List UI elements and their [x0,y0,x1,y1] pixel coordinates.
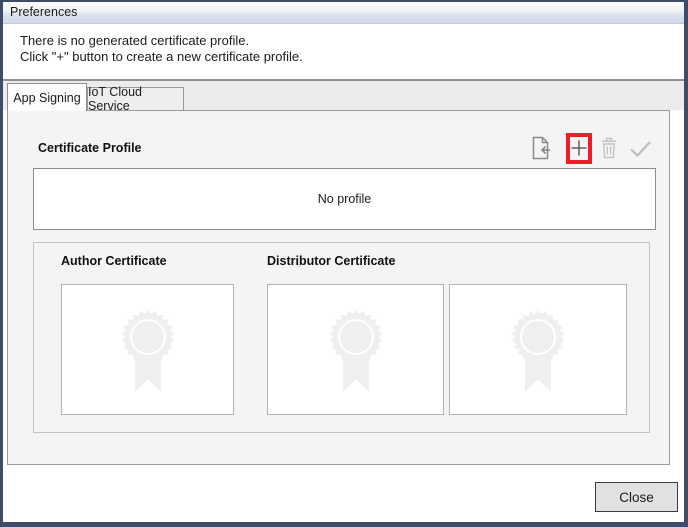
author-certificate-title: Author Certificate [61,254,167,268]
app-signing-panel: Certificate Profile [7,110,670,465]
set-active-button[interactable] [629,140,652,157]
window-title: Preferences [3,2,684,23]
notice-line-2: Click "+" button to create a new certifi… [20,49,684,65]
add-profile-button[interactable] [571,140,587,156]
import-profile-button[interactable] [531,136,551,160]
certificate-seal-icon [505,304,571,396]
tab-strip: App Signing IoT Cloud Service [3,81,684,110]
tab-app-signing-label: App Signing [13,91,80,105]
footer: Close [3,464,684,522]
notice-area: There is no generated certificate profil… [3,24,684,81]
certificates-group: Author Certificate Distributor Certifica… [33,242,650,433]
add-button-highlight [566,133,592,164]
profile-list-empty-text: No profile [318,192,372,206]
certificate-profile-header: Certificate Profile [38,131,652,165]
distributor-certificate-title: Distributor Certificate [267,254,396,268]
import-profile-icon [531,136,551,160]
certificate-seal-icon [323,304,389,396]
certificate-profile-title: Certificate Profile [38,141,142,155]
check-icon [629,140,652,157]
tab-iot-cloud-service[interactable]: IoT Cloud Service [87,87,184,110]
tab-app-signing[interactable]: App Signing [7,83,87,111]
title-bar[interactable]: Preferences [3,2,684,24]
remove-profile-button[interactable] [600,137,618,159]
tab-iot-cloud-service-label: IoT Cloud Service [88,85,183,113]
trash-icon [600,137,618,159]
profile-list[interactable]: No profile [33,168,656,230]
plus-icon [571,140,587,156]
preferences-dialog: Preferences There is no generated certif… [0,0,688,527]
notice-line-1: There is no generated certificate profil… [20,33,684,49]
author-certificate-box [61,284,234,415]
close-button[interactable]: Close [595,482,678,512]
distributor-certificate-box-1 [267,284,444,415]
profile-toolbar [531,133,652,164]
distributor-certificate-box-2 [449,284,627,415]
certificate-seal-icon [115,304,181,396]
